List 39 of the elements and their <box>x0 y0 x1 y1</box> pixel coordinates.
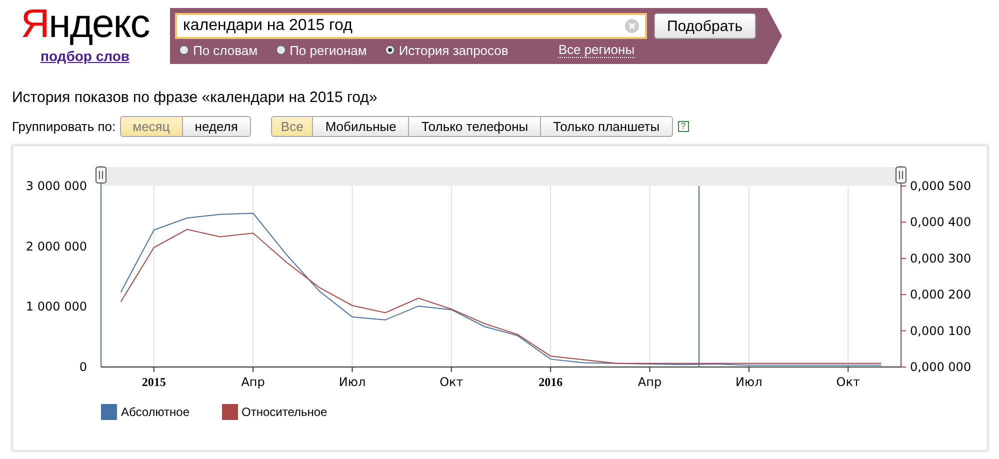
grouping-tab[interactable]: месяц <box>120 116 183 137</box>
radio-option[interactable]: История запросов <box>384 42 508 58</box>
y-tick-label: 0 <box>79 360 87 374</box>
subtitle-link[interactable]: подбор слов <box>40 48 130 64</box>
x-tick-label: Окт <box>440 375 464 389</box>
x-tick-label: 2016 <box>538 375 563 389</box>
y-tick-label: 0,000 200 <box>910 288 972 302</box>
device-tab[interactable]: Только телефоны <box>408 116 542 137</box>
x-tick-label: Июл <box>736 375 762 389</box>
y-tick-label: 0,000 400 <box>910 215 972 230</box>
x-tick-label: Окт <box>836 375 860 389</box>
page-title: История показов по фразе «календари на 2015 год» <box>12 89 378 106</box>
x-tick-label: 2015 <box>142 375 166 389</box>
grouping-label: Группировать по: <box>12 119 116 134</box>
y-tick-label: 0,000 000 <box>910 360 972 374</box>
y-tick-label: 0,000 500 <box>910 179 972 193</box>
device-tab[interactable]: Только планшеты <box>540 116 673 137</box>
device-tab[interactable]: Все <box>270 116 314 137</box>
device-tab[interactable]: Мобильные <box>312 116 410 137</box>
handle-icon[interactable] <box>96 166 106 184</box>
region-link[interactable]: Все регионы <box>558 42 635 58</box>
grouping-tab[interactable]: неделя <box>182 116 251 137</box>
legend-item[interactable]: Относительное <box>222 404 328 420</box>
radio-option[interactable]: По регионам <box>276 42 367 58</box>
radio-option[interactable]: По словам <box>179 42 258 58</box>
y-tick-label: 0,000 100 <box>910 324 972 338</box>
x-tick-label: Апр <box>241 375 265 389</box>
y-tick-label: 1 000 000 <box>26 300 87 314</box>
help-icon[interactable]: ? <box>678 121 689 132</box>
y-tick-label: 2 000 000 <box>26 239 87 254</box>
logo[interactable]: Яндекс <box>20 2 150 46</box>
handle-icon[interactable] <box>896 166 906 184</box>
search-field[interactable]: календари на 2015 год <box>175 13 647 39</box>
y-tick-label: 0,000 300 <box>910 251 972 266</box>
submit-button[interactable]: Подобрать <box>654 13 756 39</box>
legend-item[interactable]: Абсолютное <box>101 404 190 420</box>
y-tick-label: 3 000 000 <box>26 179 87 193</box>
x-tick-label: Июл <box>338 375 366 389</box>
x-tick-label: Апр <box>638 375 662 389</box>
